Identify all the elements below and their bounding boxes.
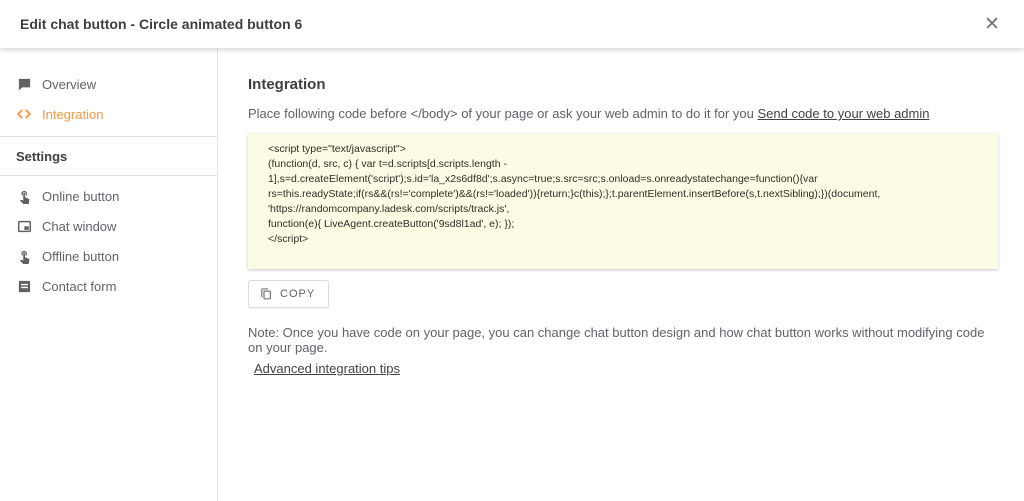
settings-section-label: Settings	[0, 137, 217, 175]
sidebar-item-label: Contact form	[42, 279, 116, 294]
sidebar-item-chat-window[interactable]: Chat window	[0, 211, 217, 241]
sidebar-item-contact-form[interactable]: Contact form	[0, 271, 217, 301]
advanced-integration-link[interactable]: Advanced integration tips	[254, 361, 400, 376]
sidebar-item-label: Online button	[42, 189, 119, 204]
send-code-link[interactable]: Send code to your web admin	[757, 106, 929, 121]
sidebar-item-integration[interactable]: Integration	[0, 99, 217, 129]
copy-button-label: COPY	[280, 288, 315, 300]
instruction-label: Place following code before </body> of y…	[248, 106, 754, 121]
settings-group: Online button Chat window Offline button	[0, 176, 217, 301]
copy-icon	[259, 287, 273, 301]
integration-panel: Integration Place following code before …	[218, 48, 1024, 501]
sidebar-item-overview[interactable]: Overview	[0, 69, 217, 99]
copy-button[interactable]: COPY	[248, 280, 329, 308]
instruction-text: Place following code before </body> of y…	[248, 106, 998, 121]
integration-code-box[interactable]: <script type="text/javascript"> (functio…	[248, 134, 998, 269]
sidebar-item-label: Overview	[42, 77, 96, 92]
touch-app-icon	[16, 188, 32, 204]
touch-app-icon	[16, 248, 32, 264]
dialog-title: Edit chat button - Circle animated butto…	[20, 16, 302, 32]
sidebar-item-online-button[interactable]: Online button	[0, 181, 217, 211]
sidebar-item-label: Offline button	[42, 249, 119, 264]
code-icon	[16, 106, 32, 122]
chat-bubble-icon	[16, 76, 32, 92]
sidebar-item-label: Integration	[42, 107, 103, 122]
close-icon[interactable]: ✕	[980, 13, 1004, 36]
sidebar-item-offline-button[interactable]: Offline button	[0, 241, 217, 271]
sidebar-item-label: Chat window	[42, 219, 116, 234]
note-text: Note: Once you have code on your page, y…	[248, 325, 998, 355]
chat-window-icon	[16, 218, 32, 234]
page-title: Integration	[248, 76, 998, 93]
sidebar: Overview Integration Settings Online but…	[0, 48, 218, 501]
integration-code: <script type="text/javascript"> (functio…	[268, 142, 980, 247]
dialog-header: Edit chat button - Circle animated butto…	[0, 0, 1024, 48]
contact-form-icon	[16, 278, 32, 294]
edit-chat-button-dialog: Edit chat button - Circle animated butto…	[0, 0, 1024, 501]
